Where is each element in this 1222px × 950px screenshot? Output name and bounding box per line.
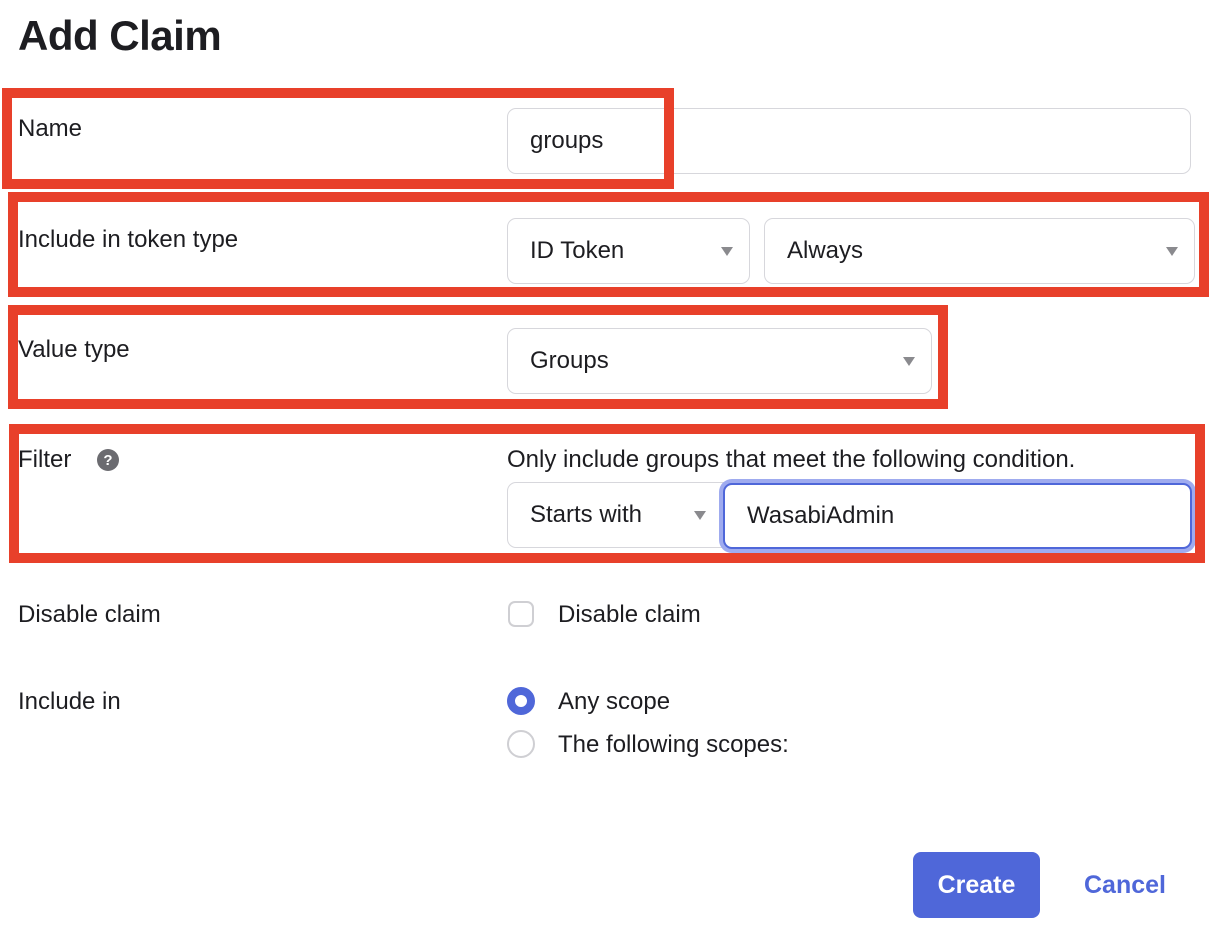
filter-value-input-value: WasabiAdmin [747, 502, 895, 529]
disable-claim-checkbox-label[interactable]: Disable claim [558, 601, 701, 629]
filter-value-input[interactable]: WasabiAdmin [723, 483, 1192, 549]
chevron-down-icon [694, 511, 706, 520]
radio-any-scope[interactable] [507, 687, 535, 715]
name-input[interactable]: groups [507, 108, 1191, 174]
chevron-down-icon [721, 247, 733, 256]
token-type-label: Include in token type [18, 226, 239, 253]
chevron-down-icon [903, 357, 915, 366]
token-type-select[interactable]: ID Token [507, 218, 750, 284]
filter-operator-select-value: Starts with [530, 501, 643, 528]
cancel-button[interactable]: Cancel [1084, 871, 1166, 900]
radio-following-scopes-label[interactable]: The following scopes: [558, 731, 789, 759]
radio-any-scope-label[interactable]: Any scope [558, 688, 670, 716]
help-icon[interactable]: ? [97, 449, 119, 471]
value-type-select-value: Groups [530, 347, 609, 374]
create-button[interactable]: Create [913, 852, 1040, 918]
value-type-select[interactable]: Groups [507, 328, 932, 394]
include-in-label: Include in [18, 688, 121, 715]
filter-operator-select[interactable]: Starts with [507, 482, 737, 548]
dialog-title: Add Claim [18, 12, 222, 59]
token-type-select-value: ID Token [530, 237, 625, 264]
token-when-select[interactable]: Always [764, 218, 1195, 284]
name-label: Name [18, 115, 83, 142]
disable-claim-label: Disable claim [18, 601, 161, 628]
token-when-select-value: Always [787, 237, 864, 264]
disable-claim-checkbox[interactable] [508, 601, 534, 627]
filter-label: Filter [18, 446, 72, 473]
radio-following-scopes[interactable] [507, 730, 535, 758]
chevron-down-icon [1166, 247, 1178, 256]
filter-description: Only include groups that meet the follow… [507, 446, 1076, 473]
value-type-label: Value type [18, 336, 130, 363]
name-input-value: groups [530, 127, 604, 154]
